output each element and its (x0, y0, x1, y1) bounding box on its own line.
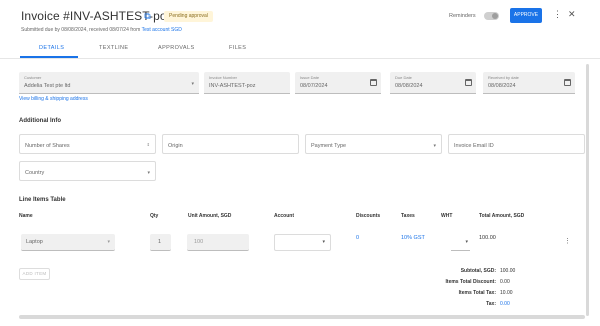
subtotal-label: Subtotal, SGD: (460, 268, 496, 274)
qty-input[interactable]: 1 (150, 234, 171, 251)
line-items-title: Line Items Table (19, 197, 66, 203)
vertical-scrollbar[interactable] (586, 64, 589, 316)
invoice-number-label: Invoice Number (209, 75, 238, 80)
status-badge: Pending approval (164, 11, 213, 22)
taxes-link[interactable]: 10% GST (401, 235, 425, 241)
add-item-button[interactable]: ADD ITEM (19, 268, 50, 280)
received-date-field[interactable]: Received by date 08/08/2024 (483, 72, 575, 94)
tax-link[interactable]: 0.00 (500, 301, 510, 307)
calendar-icon[interactable] (370, 79, 377, 86)
number-of-shares-placeholder: Number of Shares (25, 143, 70, 149)
country-select[interactable]: Country ▾ (19, 161, 156, 181)
horizontal-scrollbar[interactable] (19, 315, 585, 319)
col-header-discounts: Discounts (356, 213, 381, 219)
wht-select[interactable]: ▾ (451, 234, 470, 251)
tab-files[interactable]: Files (229, 45, 246, 51)
col-header-wht: WHT (441, 213, 453, 219)
unit-amount-input[interactable]: 100 (187, 234, 249, 251)
payment-type-placeholder: Payment Type (311, 143, 347, 149)
col-header-total: Total Amount, SGD (479, 213, 525, 219)
items-total-discount-label: Items Total Discount: (445, 279, 496, 285)
close-icon[interactable]: ✕ (568, 9, 576, 20)
calendar-icon[interactable] (465, 79, 472, 86)
chevron-down-icon: ▾ (107, 239, 110, 245)
invoice-email-input[interactable]: Invoice Email ID (448, 134, 585, 154)
tax-label: Tax: (486, 301, 496, 307)
approve-button[interactable]: APPROVE (510, 8, 542, 23)
subtitle-text: Submitted due by 08/08/2024, received 08… (21, 27, 141, 33)
number-of-shares-input[interactable]: Number of Shares ⇕ (19, 134, 156, 154)
due-date-field[interactable]: Due Date 08/08/2024 (390, 72, 476, 94)
issue-date-label: Issue Date (300, 75, 320, 80)
due-date-value: 08/08/2024 (395, 83, 423, 89)
stepper-icon[interactable]: ⇕ (147, 142, 150, 147)
col-header-qty: Qty (150, 213, 159, 219)
issue-date-field[interactable]: Issue Date 08/07/2024 (295, 72, 381, 94)
customer-select[interactable]: Customer Addelia Test pte ltd ▾ (19, 72, 199, 94)
additional-info-title: Additional Info (19, 118, 61, 124)
chevron-down-icon: ▾ (191, 81, 194, 87)
due-date-label: Due Date (395, 75, 412, 80)
invoice-subtitle: Submitted due by 08/08/2024, received 08… (21, 27, 182, 33)
payment-type-select[interactable]: Payment Type ▾ (305, 134, 442, 154)
origin-placeholder: Origin (168, 143, 183, 149)
items-total-tax-label: Items Total Tax: (458, 290, 496, 296)
account-select[interactable]: ▾ (274, 234, 331, 251)
received-date-label: Received by date (488, 75, 519, 80)
items-total-discount-value: 0.00 (500, 279, 510, 285)
calendar-icon[interactable] (564, 79, 571, 86)
tab-approvals[interactable]: Approvals (158, 45, 195, 51)
reminders-label: Reminders (449, 13, 476, 19)
chevron-down-icon: ▾ (147, 170, 150, 176)
sender-link[interactable]: Test account SGD (142, 27, 182, 33)
more-options-icon[interactable]: ⋮ (553, 9, 562, 20)
col-header-account: Account (274, 213, 294, 219)
row-total-value: 100.00 (479, 235, 496, 241)
item-name-select[interactable]: Laptop ▾ (21, 234, 115, 251)
invoice-email-placeholder: Invoice Email ID (454, 143, 494, 149)
tabs-divider (0, 58, 600, 59)
copy-icon[interactable]: ⧉ (142, 11, 153, 22)
tab-details[interactable]: Details (39, 45, 64, 51)
chevron-down-icon: ▾ (433, 143, 436, 149)
col-header-taxes: Taxes (401, 213, 415, 219)
chevron-down-icon: ▾ (465, 239, 468, 245)
item-name-value: Laptop (26, 239, 43, 245)
issue-date-value: 08/07/2024 (300, 83, 328, 89)
col-header-unit-amount: Unit Amount, SGD (188, 213, 232, 219)
invoice-number-field[interactable]: Invoice Number INV-ASHTEST-poz (204, 72, 290, 94)
received-date-value: 08/08/2024 (488, 83, 516, 89)
subtotal-value: 100.00 (500, 268, 516, 274)
reminders-toggle[interactable] (484, 12, 499, 20)
billing-address-link[interactable]: View billing & shipping address (19, 96, 88, 102)
customer-label: Customer (24, 75, 42, 80)
qty-value: 1 (158, 239, 162, 245)
discounts-link[interactable]: 0 (356, 235, 359, 241)
origin-input[interactable]: Origin (162, 134, 299, 154)
col-header-name: Name (19, 213, 33, 219)
customer-value: Addelia Test pte ltd (24, 83, 71, 89)
unit-amount-value: 100 (194, 239, 204, 245)
country-placeholder: Country (25, 170, 45, 176)
invoice-number-value: INV-ASHTEST-poz (209, 83, 256, 89)
table-row: Laptop ▾ 1 100 ▾ 0 10% GST ▾ 100.00 ⋮ (19, 228, 585, 256)
tab-textline[interactable]: Textline (99, 45, 128, 51)
chevron-down-icon: ▾ (322, 239, 325, 245)
items-total-tax-value: 10.00 (500, 290, 513, 296)
row-more-options-icon[interactable]: ⋮ (564, 237, 571, 245)
